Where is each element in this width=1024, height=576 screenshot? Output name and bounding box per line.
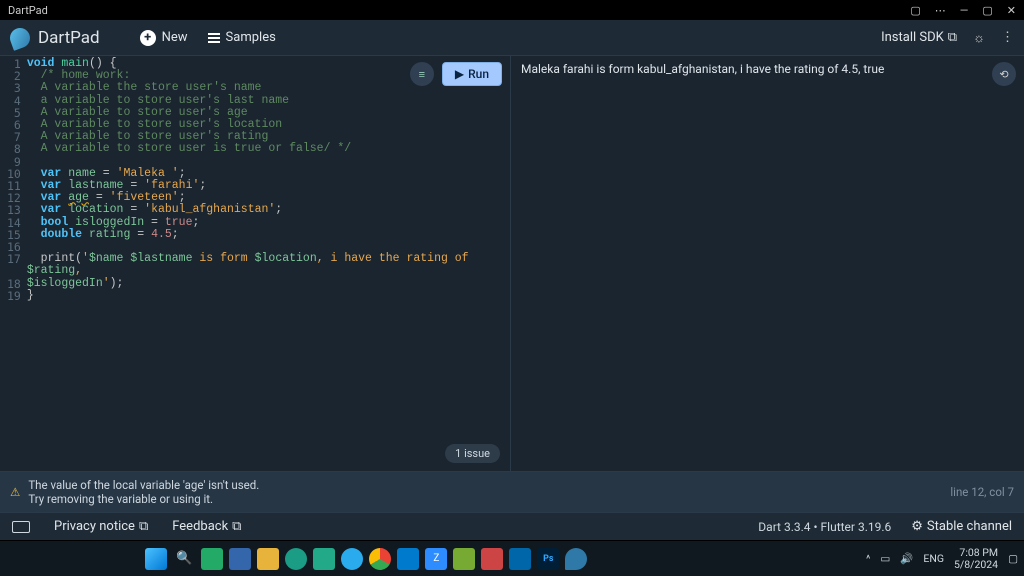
console-output: Maleka farahi is form kabul_afghanistan,… bbox=[521, 62, 1014, 76]
telegram-icon[interactable] bbox=[341, 548, 363, 570]
more-icon[interactable]: ⋯ bbox=[935, 4, 946, 17]
problem-location: line 12, col 7 bbox=[950, 485, 1014, 499]
app-icon[interactable] bbox=[481, 548, 503, 570]
chrome-icon[interactable] bbox=[369, 548, 391, 570]
problem-message: The value of the local variable 'age' is… bbox=[28, 478, 259, 492]
vscode-icon[interactable] bbox=[397, 548, 419, 570]
edge-icon[interactable] bbox=[285, 548, 307, 570]
keyboard-shortcuts-icon[interactable] bbox=[12, 521, 30, 533]
settings-icon: ⚙ bbox=[911, 519, 923, 534]
run-button[interactable]: ▶ Run bbox=[442, 62, 502, 86]
search-icon[interactable]: 🔍 bbox=[173, 548, 195, 570]
close-icon[interactable]: ✕ bbox=[1007, 4, 1016, 17]
widgets-icon[interactable] bbox=[229, 548, 251, 570]
editor-pane: ≡ ▶ Run 1234567891011121314151617 1819 v… bbox=[0, 56, 510, 471]
channel-selector[interactable]: ⚙ Stable channel bbox=[911, 519, 1012, 534]
privacy-link[interactable]: Privacy notice ⧉ bbox=[54, 519, 148, 534]
task-view-icon[interactable] bbox=[201, 548, 223, 570]
issue-count-badge[interactable]: 1 issue bbox=[445, 444, 500, 463]
battery-icon[interactable]: ▭ bbox=[880, 552, 890, 565]
footer-bar: Privacy notice ⧉ Feedback ⧉ Dart 3.3.4 •… bbox=[0, 512, 1024, 540]
zoom-icon[interactable]: Z bbox=[425, 548, 447, 570]
maximize-icon[interactable]: ▢ bbox=[982, 4, 992, 17]
cast-icon[interactable]: ▢ bbox=[910, 4, 920, 17]
feedback-link[interactable]: Feedback ⧉ bbox=[172, 519, 241, 534]
app-title: DartPad bbox=[38, 28, 100, 48]
install-sdk-link[interactable]: Install SDK ⧉ bbox=[881, 30, 957, 45]
tray-chevron-icon[interactable]: ^ bbox=[866, 552, 870, 565]
code-editor[interactable]: void main() { /* home work: A variable t… bbox=[27, 58, 510, 471]
line-gutter: 1234567891011121314151617 1819 bbox=[0, 58, 27, 471]
dartpad-logo-icon bbox=[7, 25, 33, 51]
overflow-menu-icon[interactable]: ⋮ bbox=[1001, 30, 1014, 45]
format-button[interactable]: ≡ bbox=[410, 62, 434, 86]
problem-hint: Try removing the variable or using it. bbox=[28, 492, 259, 506]
file-explorer-icon[interactable] bbox=[257, 548, 279, 570]
app-icon[interactable] bbox=[453, 548, 475, 570]
list-icon bbox=[208, 33, 220, 43]
clear-console-button[interactable]: ⟲ bbox=[992, 62, 1016, 86]
output-pane: Maleka farahi is form kabul_afghanistan,… bbox=[510, 56, 1024, 471]
external-link-icon: ⧉ bbox=[948, 30, 957, 45]
external-link-icon: ⧉ bbox=[139, 519, 148, 534]
window-titlebar: DartPad ▢ ⋯ — ▢ ✕ bbox=[0, 0, 1024, 20]
windows-taskbar: 🔍 Z Ps ^ ▭ 🔊 ENG 7:08 PM 5/8/2024 ▢ bbox=[0, 540, 1024, 576]
notifications-icon[interactable]: ▢ bbox=[1008, 552, 1018, 565]
samples-button[interactable]: Samples bbox=[208, 30, 276, 45]
language-indicator[interactable]: ENG bbox=[923, 552, 944, 565]
new-button[interactable]: + New bbox=[140, 30, 188, 46]
chrome-app-icon[interactable] bbox=[313, 548, 335, 570]
volume-icon[interactable]: 🔊 bbox=[900, 552, 913, 565]
start-button[interactable] bbox=[145, 548, 167, 570]
photoshop-icon[interactable]: Ps bbox=[537, 548, 559, 570]
brightness-icon[interactable]: ☼ bbox=[973, 30, 985, 46]
app-header: DartPad + New Samples Install SDK ⧉ ☼ ⋮ bbox=[0, 20, 1024, 56]
external-link-icon: ⧉ bbox=[232, 519, 241, 534]
dart-icon[interactable] bbox=[565, 548, 587, 570]
clock[interactable]: 7:08 PM 5/8/2024 bbox=[954, 547, 998, 571]
problems-bar[interactable]: ⚠ The value of the local variable 'age' … bbox=[0, 471, 1024, 512]
version-info: Dart 3.3.4 • Flutter 3.19.6 bbox=[758, 520, 891, 534]
warning-icon: ⚠ bbox=[10, 485, 20, 499]
minimize-icon[interactable]: — bbox=[960, 4, 969, 17]
window-title: DartPad bbox=[8, 4, 48, 17]
app-icon[interactable] bbox=[509, 548, 531, 570]
play-icon: ▶ bbox=[455, 67, 464, 81]
plus-icon: + bbox=[140, 30, 156, 46]
